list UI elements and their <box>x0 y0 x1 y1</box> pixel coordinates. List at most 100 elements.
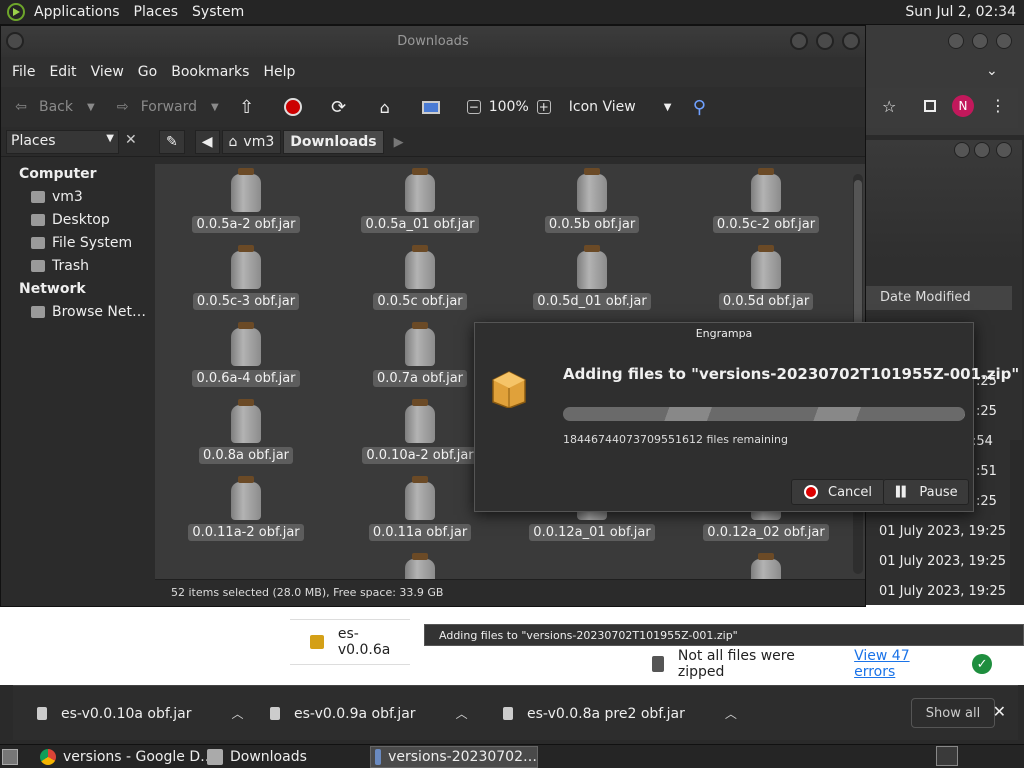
crumb-vm3[interactable]: ⌂ vm3 <box>221 130 282 154</box>
task-engrampa[interactable]: versions-20230702… <box>370 746 538 768</box>
menu-view[interactable]: View <box>84 64 131 80</box>
sidebar-selector[interactable]: Places ▼ <box>6 130 119 154</box>
scrollbar-thumb[interactable] <box>854 180 862 330</box>
minimize-icon[interactable] <box>948 33 964 49</box>
file-item[interactable]: 0.0.11a-2 obf.jar <box>161 476 331 541</box>
forward-button[interactable]: ⇨ Forward ▼ <box>113 97 219 117</box>
chevron-down-icon[interactable]: ⌄ <box>986 63 998 79</box>
show-desktop-button[interactable] <box>2 746 25 768</box>
chevron-up-icon[interactable]: ︿ <box>231 705 243 722</box>
menu-file[interactable]: File <box>5 64 42 80</box>
file-item[interactable] <box>681 553 851 579</box>
crumb-prev-icon[interactable]: ◀ <box>194 130 220 154</box>
up-button[interactable]: ⇧ <box>237 97 265 118</box>
reload-button[interactable]: ⟳ <box>329 96 357 118</box>
minimize-icon[interactable] <box>790 32 808 50</box>
view-errors-link[interactable]: View 47 errors <box>854 648 954 680</box>
file-item[interactable]: 0.0.8a obf.jar <box>161 399 331 464</box>
download-item[interactable]: es-v0.0.10a obf.jar ︿ <box>37 686 243 741</box>
file-label: 0.0.11a obf.jar <box>368 524 472 541</box>
file-item[interactable]: 0.0.5a-2 obf.jar <box>161 168 331 233</box>
close-icon[interactable] <box>996 33 1012 49</box>
close-icon[interactable] <box>996 142 1012 158</box>
profile-avatar[interactable]: N <box>952 95 974 117</box>
search-button[interactable]: ⚲ <box>689 97 717 118</box>
sidebar-item-file-system[interactable]: File System <box>31 235 132 251</box>
jar-file-icon <box>231 476 261 520</box>
pause-button[interactable]: ▌▌ Pause <box>883 479 969 505</box>
date-cell: 01 July 2023, 19:25 <box>879 584 1006 599</box>
sidebar-item-trash[interactable]: Trash <box>31 258 89 274</box>
menu-system[interactable]: System <box>185 4 251 20</box>
mate-logo-icon[interactable] <box>7 3 25 21</box>
maximize-icon[interactable] <box>974 142 990 158</box>
dialog-title[interactable]: Engrampa <box>475 323 973 345</box>
file-item[interactable]: 0.0.6a-4 obf.jar <box>161 322 331 387</box>
maximize-icon[interactable] <box>816 32 834 50</box>
view-mode-select[interactable]: Icon View ▼ <box>569 99 672 115</box>
close-icon[interactable]: ✕ <box>993 702 1006 721</box>
window-titlebar[interactable]: Downloads <box>1 26 865 57</box>
file-name[interactable]: es-v0.0.6a <box>338 626 410 658</box>
file-item[interactable]: 0.0.5d obf.jar <box>681 245 851 310</box>
close-icon[interactable] <box>842 32 860 50</box>
file-item[interactable]: 0.0.5a_01 obf.jar <box>335 168 505 233</box>
sidebar-item-desktop[interactable]: Desktop <box>31 212 110 228</box>
file-item[interactable]: 0.0.5b obf.jar <box>507 168 677 233</box>
download-item[interactable]: es-v0.0.9a obf.jar ︿ <box>270 686 468 741</box>
close-sidebar-icon[interactable]: ✕ <box>125 132 137 148</box>
file-item[interactable]: 0.0.5c obf.jar <box>335 245 505 310</box>
menu-places[interactable]: Places <box>127 4 186 20</box>
back-button[interactable]: ⇦ Back ▼ <box>11 97 95 117</box>
chevron-down-icon[interactable]: ▼ <box>87 102 95 113</box>
minimize-icon[interactable] <box>954 142 970 158</box>
task-chrome[interactable]: versions - Google D… <box>40 746 214 768</box>
chevron-up-icon[interactable]: ︿ <box>456 705 468 722</box>
star-icon[interactable]: ☆ <box>882 97 896 116</box>
download-item[interactable]: es-v0.0.8a pre2 obf.jar ︿ <box>503 686 737 741</box>
jar-file-icon <box>751 553 781 579</box>
zoom-out-button[interactable]: −100% <box>466 99 529 115</box>
file-item[interactable]: 0.0.5c-3 obf.jar <box>161 245 331 310</box>
archive-icon <box>375 749 382 765</box>
home-button[interactable]: ⌂ <box>375 97 403 117</box>
chevron-up-icon[interactable]: ︿ <box>725 705 737 722</box>
crumb-downloads[interactable]: Downloads <box>283 130 384 154</box>
file-item[interactable]: 0.0.5d_01 obf.jar <box>507 245 677 310</box>
menu-bookmarks[interactable]: Bookmarks <box>164 64 256 80</box>
menu-applications[interactable]: Applications <box>27 4 127 20</box>
chevron-down-icon: ▼ <box>106 133 114 144</box>
cancel-button[interactable]: Cancel <box>791 479 886 505</box>
sidebar-item-vm3[interactable]: vm3 <box>31 189 83 205</box>
side-panel-icon[interactable] <box>924 100 936 112</box>
file-label: 0.0.5c-2 obf.jar <box>712 216 820 233</box>
file-item[interactable] <box>335 553 505 579</box>
reload-icon: ⟳ <box>331 96 347 118</box>
file-manager-window: Downloads File Edit View Go Bookmarks He… <box>0 25 866 607</box>
window-menu-icon[interactable] <box>6 32 24 50</box>
clock[interactable]: Sun Jul 2, 02:34 <box>905 4 1016 20</box>
file-icon <box>37 707 47 720</box>
file-label: 0.0.8a obf.jar <box>198 447 294 464</box>
maximize-icon[interactable] <box>972 33 988 49</box>
computer-button[interactable] <box>421 97 449 117</box>
menu-edit[interactable]: Edit <box>42 64 83 80</box>
chevron-down-icon[interactable]: ▼ <box>211 102 219 113</box>
jar-file-icon <box>231 245 261 289</box>
menu-help[interactable]: Help <box>256 64 302 80</box>
date-cell: :25 <box>976 494 997 509</box>
column-header-date-modified[interactable]: Date Modified <box>866 286 1012 310</box>
stop-button[interactable] <box>283 97 311 117</box>
crumb-next-icon[interactable]: ▶ <box>394 135 404 150</box>
sidebar-item-browse-network[interactable]: Browse Net… <box>31 304 146 320</box>
pause-icon: ▌▌ <box>896 486 909 498</box>
file-item[interactable]: 0.0.5c-2 obf.jar <box>681 168 851 233</box>
workspace-switcher[interactable] <box>936 746 958 766</box>
show-all-button[interactable]: Show all <box>911 698 995 728</box>
edit-location-icon[interactable]: ✎ <box>159 130 185 154</box>
task-downloads[interactable]: Downloads <box>207 746 307 768</box>
zoom-in-button[interactable]: + <box>536 100 559 114</box>
download-name: es-v0.0.8a pre2 obf.jar <box>527 705 685 722</box>
kebab-menu-icon[interactable]: ⋮ <box>990 96 1006 115</box>
menu-go[interactable]: Go <box>131 64 164 80</box>
